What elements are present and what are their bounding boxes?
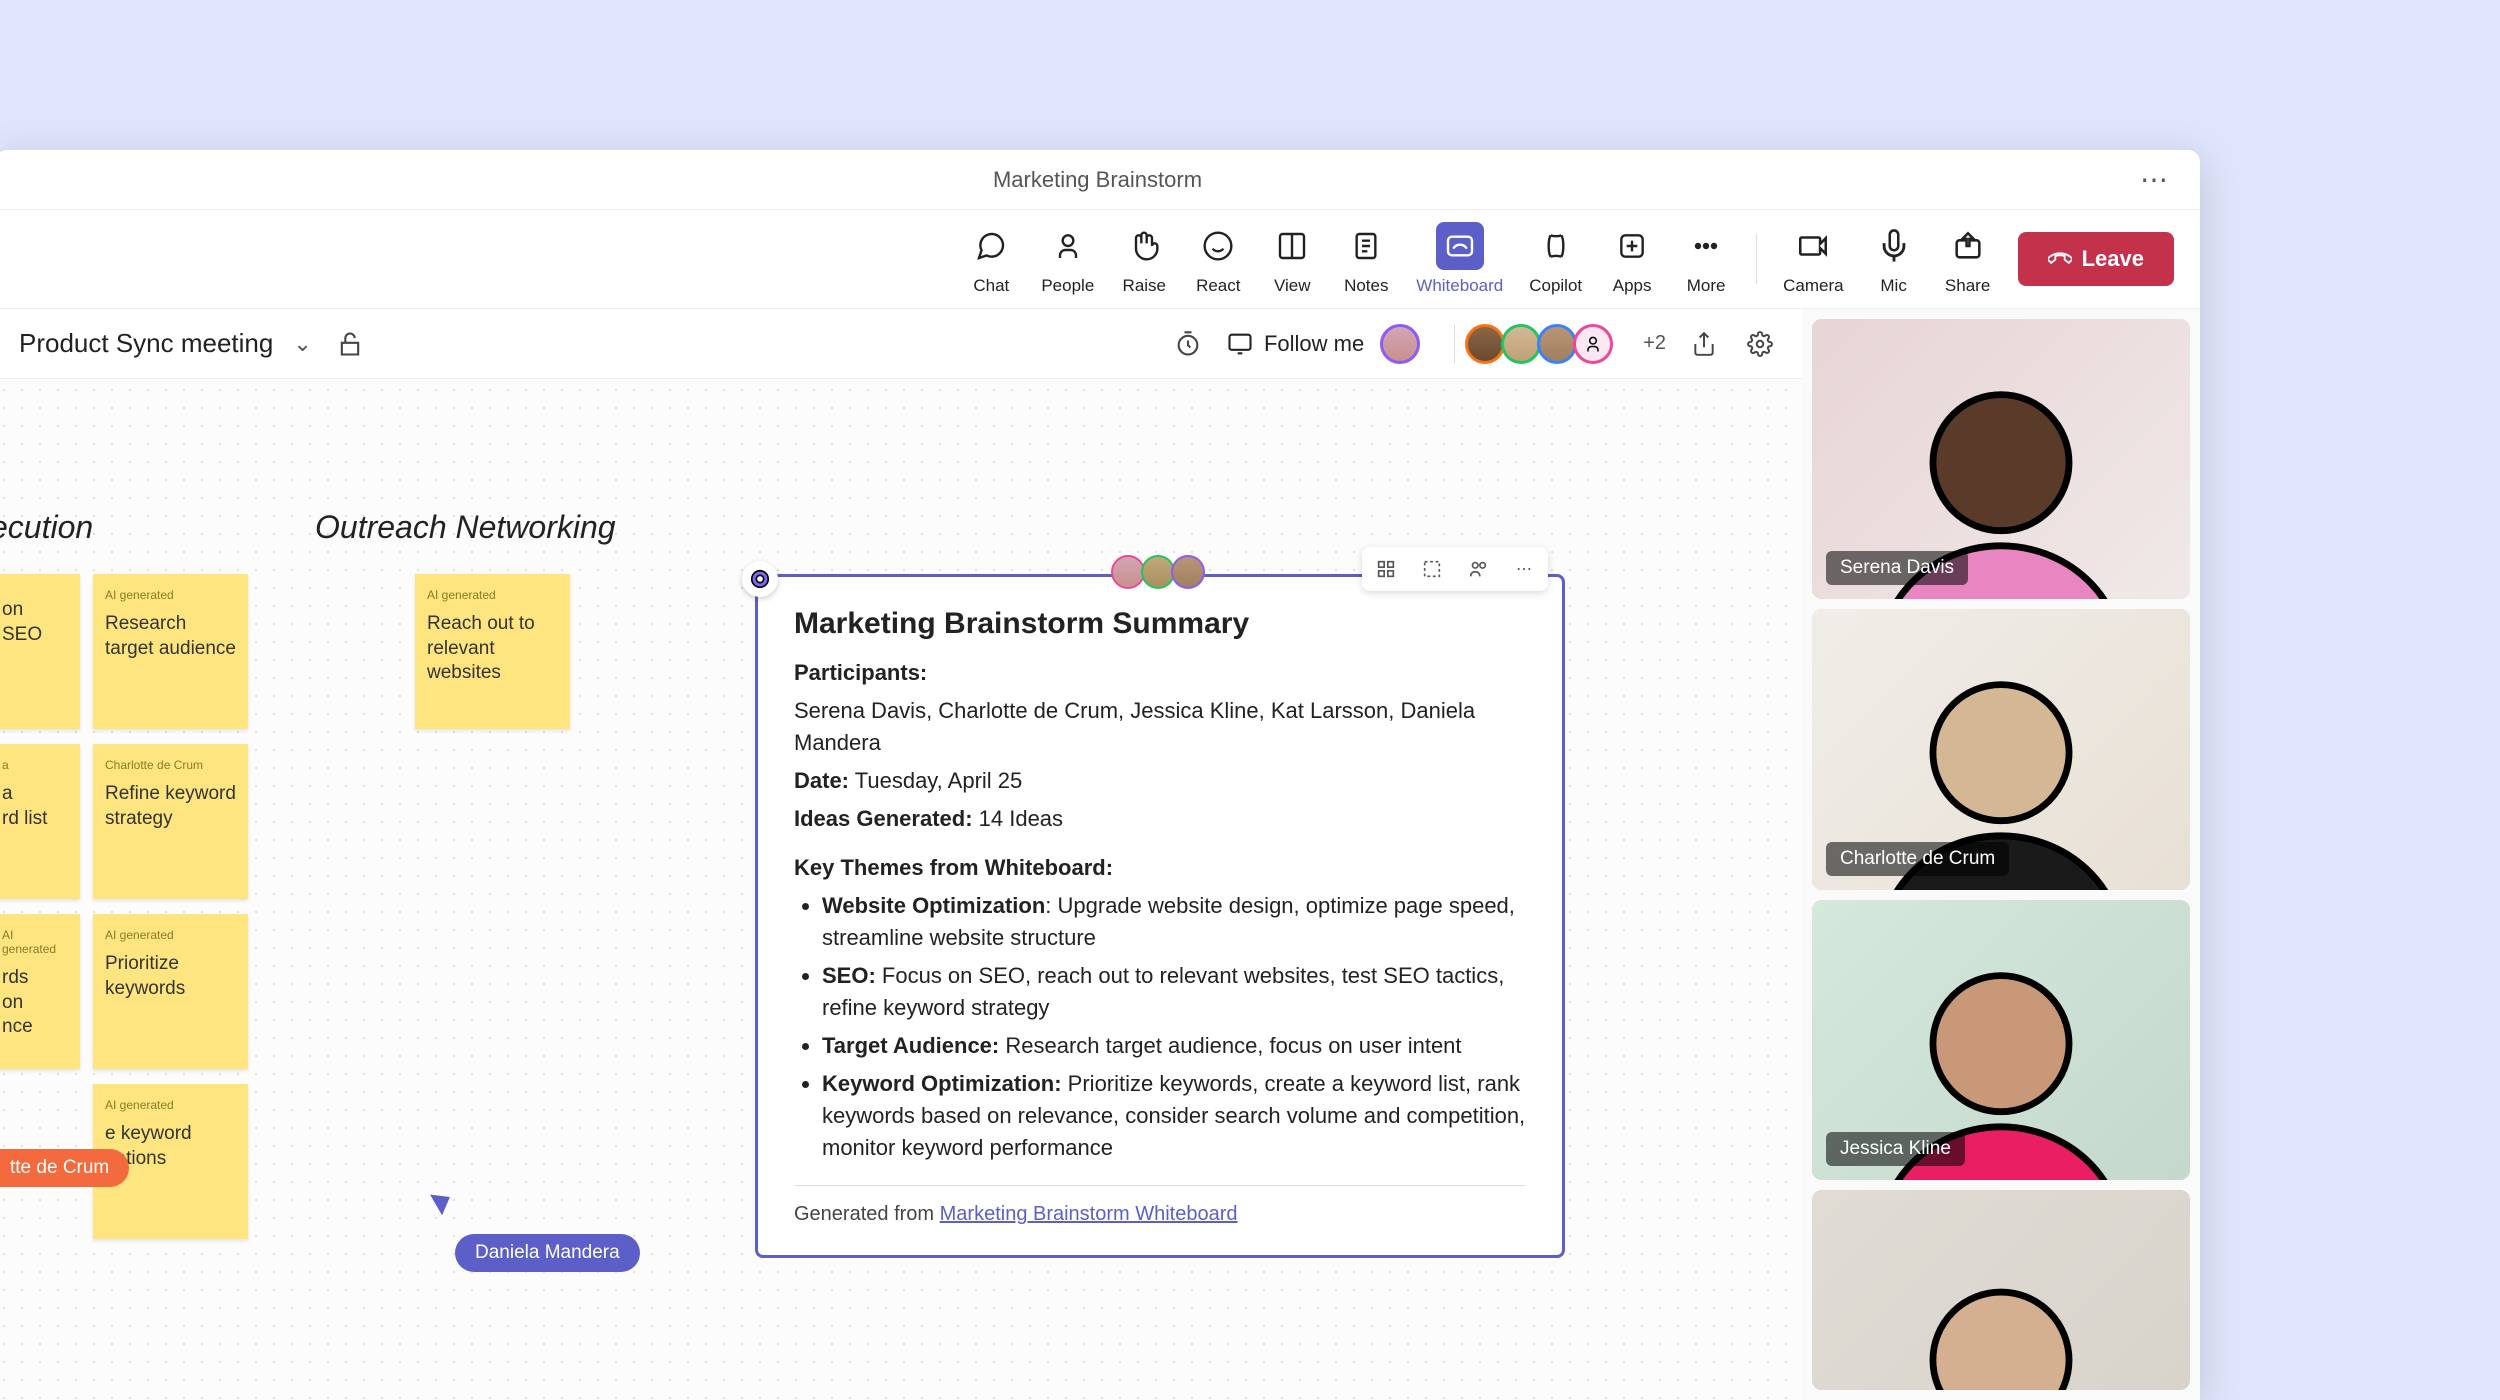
app-window: Marketing Brainstorm ⋯ Chat People Raise… bbox=[0, 150, 2200, 1400]
sticky-note[interactable]: AI generatedResearch target audience bbox=[93, 574, 248, 729]
card-toolbar: ⋯ bbox=[1362, 547, 1548, 591]
whiteboard-canvas[interactable]: Product Sync meeting ⌄ Follow me bbox=[0, 309, 1802, 1400]
column-header-outreach: Outreach Networking bbox=[315, 509, 616, 546]
copilot-icon bbox=[1532, 222, 1580, 270]
collaborator-cursor: tte de Crum bbox=[0, 1149, 129, 1187]
hangup-icon bbox=[2048, 247, 2072, 271]
more-icon bbox=[1682, 222, 1730, 270]
grid-icon[interactable] bbox=[1372, 555, 1400, 583]
settings-icon[interactable] bbox=[1742, 326, 1778, 362]
camera-button[interactable]: Camera bbox=[1783, 222, 1843, 296]
sticky-note[interactable]: Charlotte de CrumRefine keyword strategy bbox=[93, 744, 248, 899]
sticky-note[interactable]: on SEO bbox=[0, 574, 80, 729]
apps-button[interactable]: Apps bbox=[1608, 222, 1656, 296]
mic-button[interactable]: Mic bbox=[1870, 222, 1918, 296]
raise-hand-icon bbox=[1120, 222, 1168, 270]
apps-label: Apps bbox=[1613, 276, 1652, 296]
video-tile[interactable]: Serena Davis bbox=[1812, 319, 2190, 599]
chevron-down-icon[interactable]: ⌄ bbox=[293, 331, 311, 357]
view-icon bbox=[1268, 222, 1316, 270]
notes-icon bbox=[1342, 222, 1390, 270]
share-whiteboard-icon[interactable] bbox=[1686, 326, 1722, 362]
more-label: More bbox=[1687, 276, 1726, 296]
react-button[interactable]: React bbox=[1194, 222, 1242, 296]
content-row: Product Sync meeting ⌄ Follow me bbox=[0, 309, 2200, 1400]
apps-icon bbox=[1608, 222, 1656, 270]
video-tile[interactable]: Jessica Kline bbox=[1812, 900, 2190, 1180]
sticky-note[interactable]: AI generatedPrioritize keywords bbox=[93, 914, 248, 1069]
participant-name: Charlotte de Crum bbox=[1826, 842, 2009, 876]
whiteboard-toolbar: Product Sync meeting ⌄ Follow me bbox=[0, 309, 1802, 379]
overflow-count[interactable]: +2 bbox=[1643, 332, 1666, 355]
column-header-execution: ecution bbox=[0, 509, 93, 546]
share-button[interactable]: Share bbox=[1944, 222, 1992, 296]
people-label: People bbox=[1041, 276, 1094, 296]
present-icon bbox=[1226, 330, 1254, 358]
participant-name: Jessica Kline bbox=[1826, 1132, 1965, 1166]
whiteboard-label: Whiteboard bbox=[1416, 276, 1503, 296]
summary-title: Marketing Brainstorm Summary bbox=[794, 607, 1526, 641]
person-placeholder-icon bbox=[1812, 1190, 2190, 1390]
share-card-icon[interactable] bbox=[1464, 555, 1492, 583]
notes-button[interactable]: Notes bbox=[1342, 222, 1390, 296]
raise-button[interactable]: Raise bbox=[1120, 222, 1168, 296]
sticky-note[interactable]: AI generatedrds on nce bbox=[0, 914, 80, 1069]
leave-button[interactable]: Leave bbox=[2018, 232, 2174, 286]
select-icon[interactable] bbox=[1418, 555, 1446, 583]
react-icon bbox=[1194, 222, 1242, 270]
people-button[interactable]: People bbox=[1041, 222, 1094, 296]
share-label: Share bbox=[1945, 276, 1990, 296]
view-label: View bbox=[1274, 276, 1311, 296]
more-button[interactable]: More bbox=[1682, 222, 1730, 296]
mic-label: Mic bbox=[1880, 276, 1906, 296]
titlebar: Marketing Brainstorm ⋯ bbox=[0, 150, 2200, 210]
window-title: Marketing Brainstorm bbox=[993, 167, 1202, 193]
leave-label: Leave bbox=[2082, 246, 2144, 272]
notes-label: Notes bbox=[1344, 276, 1388, 296]
copilot-label: Copilot bbox=[1529, 276, 1582, 296]
loop-icon bbox=[742, 561, 778, 597]
view-button[interactable]: View bbox=[1268, 222, 1316, 296]
chat-icon bbox=[967, 222, 1015, 270]
follow-label: Follow me bbox=[1264, 331, 1364, 357]
camera-label: Camera bbox=[1783, 276, 1843, 296]
chat-button[interactable]: Chat bbox=[967, 222, 1015, 296]
video-tile[interactable]: Charlotte de Crum bbox=[1812, 609, 2190, 889]
presenter-avatar[interactable] bbox=[1384, 324, 1420, 364]
participant-name: Serena Davis bbox=[1826, 551, 1968, 585]
timer-icon[interactable] bbox=[1170, 326, 1206, 362]
video-tile[interactable] bbox=[1812, 1190, 2190, 1390]
follow-me-button[interactable]: Follow me bbox=[1226, 330, 1364, 358]
card-collaborators bbox=[1115, 555, 1205, 589]
copilot-button[interactable]: Copilot bbox=[1529, 222, 1582, 296]
camera-icon bbox=[1789, 222, 1837, 270]
summary-card[interactable]: ⋯ Marketing Brainstorm Summary Participa… bbox=[755, 574, 1565, 1258]
toolbar-divider bbox=[1756, 234, 1757, 284]
video-sidebar: Serena Davis Charlotte de Crum Jessica K… bbox=[1802, 309, 2200, 1400]
collaborator-cursor: Daniela Mandera bbox=[455, 1234, 640, 1272]
share-icon bbox=[1944, 222, 1992, 270]
cursor-arrow-icon bbox=[430, 1187, 456, 1216]
sticky-note[interactable]: AI generatedReach out to relevant websit… bbox=[415, 574, 570, 729]
whiteboard-source-link[interactable]: Marketing Brainstorm Whiteboard bbox=[940, 1203, 1238, 1225]
people-icon bbox=[1044, 222, 1092, 270]
raise-label: Raise bbox=[1123, 276, 1166, 296]
meeting-toolbar: Chat People Raise React View Notes White… bbox=[0, 210, 2200, 309]
summary-body: Participants: Serena Davis, Charlotte de… bbox=[794, 657, 1526, 1229]
whiteboard-title: Product Sync meeting bbox=[19, 328, 273, 359]
sticky-note[interactable]: aa rd list bbox=[0, 744, 80, 899]
whiteboard-button[interactable]: Whiteboard bbox=[1416, 222, 1503, 296]
react-label: React bbox=[1196, 276, 1240, 296]
more-window-icon[interactable]: ⋯ bbox=[2140, 163, 2170, 196]
lock-icon[interactable] bbox=[332, 326, 368, 362]
participant-avatars[interactable] bbox=[1454, 324, 1613, 364]
chat-label: Chat bbox=[973, 276, 1009, 296]
canvas-surface[interactable]: ecution Outreach Networking on SEO AI ge… bbox=[0, 379, 1802, 1400]
mic-icon bbox=[1870, 222, 1918, 270]
card-more-icon[interactable]: ⋯ bbox=[1510, 555, 1538, 583]
whiteboard-icon bbox=[1436, 222, 1484, 270]
